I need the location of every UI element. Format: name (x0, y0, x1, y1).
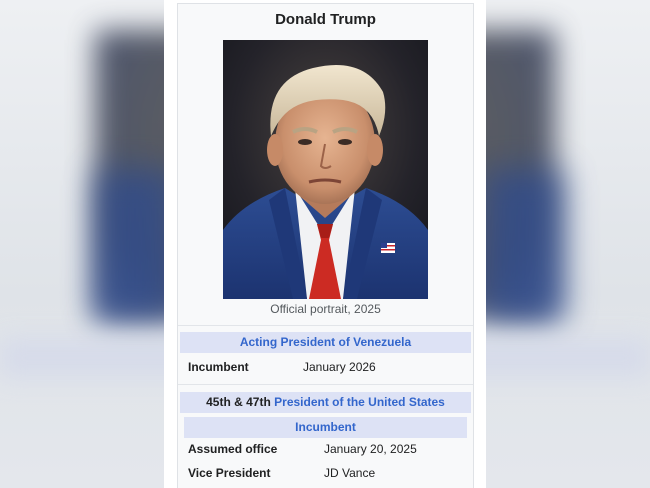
divider (178, 384, 473, 385)
incumbent-subheader[interactable]: Incumbent (184, 417, 467, 438)
vice-president-label-link[interactable]: Vice President (188, 466, 271, 480)
office-header-us-president[interactable]: 45th & 47th President of the United Stat… (180, 392, 471, 413)
office-row-incumbent: Incumbent January 2026 (178, 360, 473, 378)
office-link-venezuela[interactable]: Acting President of Venezuela (240, 335, 411, 349)
vice-president-name-link[interactable]: JD Vance (324, 466, 375, 480)
office-header-venezuela[interactable]: Acting President of Venezuela (180, 332, 471, 353)
vice-president-row: Vice President JD Vance (178, 466, 473, 484)
office-link-us-president[interactable]: President of the United States (274, 395, 445, 409)
row-label: Assumed office (188, 442, 278, 456)
incumbent-link[interactable]: Incumbent (295, 420, 356, 434)
official-portrait-image[interactable] (223, 40, 428, 299)
infobox: Official portrait, 2025 Acting President… (177, 34, 474, 488)
infobox-card: Donald Trump Official portrait, 2025 Act… (164, 0, 486, 488)
row-value: January 20, 2025 (324, 442, 417, 456)
infobox-title: Donald Trump (177, 3, 474, 36)
row-value: January 2026 (303, 360, 376, 374)
office-ordinal: 45th & 47th (206, 395, 271, 409)
divider (178, 325, 473, 326)
portrait-caption: Official portrait, 2025 (270, 302, 381, 316)
assumed-office-row: Assumed office January 20, 2025 (178, 442, 473, 460)
blurred-suit-right (485, 170, 565, 320)
row-label: Incumbent (188, 360, 249, 374)
blurred-suit-left (95, 170, 175, 320)
